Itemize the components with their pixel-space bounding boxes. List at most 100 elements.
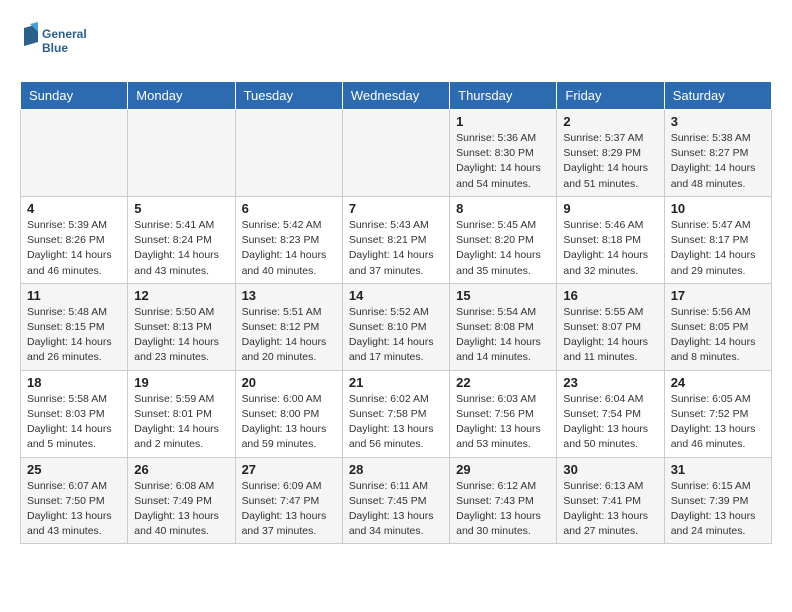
calendar-cell xyxy=(128,110,235,197)
day-number: 26 xyxy=(134,462,228,477)
calendar-week-5: 25 Sunrise: 6:07 AM Sunset: 7:50 PM Dayli… xyxy=(21,457,772,544)
day-info: Sunrise: 5:36 AM Sunset: 8:30 PM Dayligh… xyxy=(456,131,550,192)
calendar-cell: 16Sunrise: 5:55 AM Sunset: 8:07 PM Dayli… xyxy=(557,283,664,370)
day-number: 6 xyxy=(242,201,336,216)
day-info: Sunrise: 6:07 AM Sunset: 7:50 PM Dayligh… xyxy=(27,479,121,540)
day-info: Sunrise: 6:09 AM Sunset: 7:47 PM Dayligh… xyxy=(242,479,336,540)
calendar-cell: 18 Sunrise: 5:58 AM Sunset: 8:03 PM Dayli… xyxy=(21,370,128,457)
day-number: 29 xyxy=(456,462,550,477)
day-number: 14 xyxy=(349,288,443,303)
day-number: 20 xyxy=(242,375,336,390)
weekday-header-tuesday: Tuesday xyxy=(235,82,342,110)
day-info: Sunrise: 5:43 AM Sunset: 8:21 PM Dayligh… xyxy=(349,218,443,279)
calendar-week-3: 11 Sunrise: 5:48 AM Sunset: 8:15 PM Dayli… xyxy=(21,283,772,370)
svg-text:General: General xyxy=(42,27,87,41)
calendar-cell xyxy=(235,110,342,197)
calendar-cell: 5Sunrise: 5:41 AM Sunset: 8:24 PM Daylig… xyxy=(128,196,235,283)
day-info: Sunrise: 5:45 AM Sunset: 8:20 PM Dayligh… xyxy=(456,218,550,279)
calendar-cell: 22Sunrise: 6:03 AM Sunset: 7:56 PM Dayli… xyxy=(450,370,557,457)
day-info: Sunrise: 6:12 AM Sunset: 7:43 PM Dayligh… xyxy=(456,479,550,540)
calendar-cell xyxy=(21,110,128,197)
logo: General Blue xyxy=(20,20,100,65)
day-info: Sunrise: 6:00 AM Sunset: 8:00 PM Dayligh… xyxy=(242,392,336,453)
day-info: Sunrise: 5:47 AM Sunset: 8:17 PM Dayligh… xyxy=(671,218,765,279)
calendar-week-1: 1 Sunrise: 5:36 AM Sunset: 8:30 PM Daylig… xyxy=(21,110,772,197)
calendar-cell: 2Sunrise: 5:37 AM Sunset: 8:29 PM Daylig… xyxy=(557,110,664,197)
calendar-cell: 9 Sunrise: 5:46 AM Sunset: 8:18 PM Daylig… xyxy=(557,196,664,283)
day-info: Sunrise: 5:48 AM Sunset: 8:15 PM Dayligh… xyxy=(27,305,121,366)
weekday-header-thursday: Thursday xyxy=(450,82,557,110)
day-number: 5 xyxy=(134,201,228,216)
day-info: Sunrise: 6:15 AM Sunset: 7:39 PM Dayligh… xyxy=(671,479,765,540)
weekday-header-wednesday: Wednesday xyxy=(342,82,449,110)
day-number: 30 xyxy=(563,462,657,477)
weekday-header-monday: Monday xyxy=(128,82,235,110)
calendar-cell: 14 Sunrise: 5:52 AM Sunset: 8:10 PM Dayli… xyxy=(342,283,449,370)
day-info: Sunrise: 5:52 AM Sunset: 8:10 PM Dayligh… xyxy=(349,305,443,366)
calendar-cell: 12 Sunrise: 5:50 AM Sunset: 8:13 PM Dayli… xyxy=(128,283,235,370)
day-number: 15 xyxy=(456,288,550,303)
day-info: Sunrise: 5:54 AM Sunset: 8:08 PM Dayligh… xyxy=(456,305,550,366)
weekday-header-saturday: Saturday xyxy=(664,82,771,110)
day-info: Sunrise: 6:04 AM Sunset: 7:54 PM Dayligh… xyxy=(563,392,657,453)
calendar-cell: 6Sunrise: 5:42 AM Sunset: 8:23 PM Daylig… xyxy=(235,196,342,283)
svg-text:Blue: Blue xyxy=(42,41,68,55)
day-number: 27 xyxy=(242,462,336,477)
day-number: 24 xyxy=(671,375,765,390)
calendar-cell: 4 Sunrise: 5:39 AM Sunset: 8:26 PM Daylig… xyxy=(21,196,128,283)
calendar-cell: 23 Sunrise: 6:04 AM Sunset: 7:54 PM Dayli… xyxy=(557,370,664,457)
day-number: 19 xyxy=(134,375,228,390)
day-info: Sunrise: 5:58 AM Sunset: 8:03 PM Dayligh… xyxy=(27,392,121,453)
calendar-cell: 13Sunrise: 5:51 AM Sunset: 8:12 PM Dayli… xyxy=(235,283,342,370)
day-number: 21 xyxy=(349,375,443,390)
day-number: 4 xyxy=(27,201,121,216)
calendar-cell: 29 Sunrise: 6:12 AM Sunset: 7:43 PM Dayli… xyxy=(450,457,557,544)
calendar-table: SundayMondayTuesdayWednesdayThursdayFrid… xyxy=(20,81,772,544)
calendar-cell: 15 Sunrise: 5:54 AM Sunset: 8:08 PM Dayli… xyxy=(450,283,557,370)
calendar-cell: 28 Sunrise: 6:11 AM Sunset: 7:45 PM Dayli… xyxy=(342,457,449,544)
calendar-cell: 24 Sunrise: 6:05 AM Sunset: 7:52 PM Dayli… xyxy=(664,370,771,457)
day-number: 25 xyxy=(27,462,121,477)
day-info: Sunrise: 6:11 AM Sunset: 7:45 PM Dayligh… xyxy=(349,479,443,540)
day-info: Sunrise: 6:02 AM Sunset: 7:58 PM Dayligh… xyxy=(349,392,443,453)
day-info: Sunrise: 5:46 AM Sunset: 8:18 PM Dayligh… xyxy=(563,218,657,279)
calendar-week-4: 18 Sunrise: 5:58 AM Sunset: 8:03 PM Dayli… xyxy=(21,370,772,457)
day-info: Sunrise: 5:59 AM Sunset: 8:01 PM Dayligh… xyxy=(134,392,228,453)
day-info: Sunrise: 6:05 AM Sunset: 7:52 PM Dayligh… xyxy=(671,392,765,453)
calendar-cell xyxy=(342,110,449,197)
calendar-cell: 27 Sunrise: 6:09 AM Sunset: 7:47 PM Dayli… xyxy=(235,457,342,544)
day-info: Sunrise: 5:51 AM Sunset: 8:12 PM Dayligh… xyxy=(242,305,336,366)
day-number: 31 xyxy=(671,462,765,477)
day-info: Sunrise: 6:13 AM Sunset: 7:41 PM Dayligh… xyxy=(563,479,657,540)
weekday-header-friday: Friday xyxy=(557,82,664,110)
calendar-cell: 1 Sunrise: 5:36 AM Sunset: 8:30 PM Daylig… xyxy=(450,110,557,197)
day-number: 18 xyxy=(27,375,121,390)
calendar-cell: 19 Sunrise: 5:59 AM Sunset: 8:01 PM Dayli… xyxy=(128,370,235,457)
day-number: 3 xyxy=(671,114,765,129)
day-number: 11 xyxy=(27,288,121,303)
calendar-cell: 17Sunrise: 5:56 AM Sunset: 8:05 PM Dayli… xyxy=(664,283,771,370)
day-number: 28 xyxy=(349,462,443,477)
calendar-cell: 20 Sunrise: 6:00 AM Sunset: 8:00 PM Dayli… xyxy=(235,370,342,457)
day-info: Sunrise: 5:50 AM Sunset: 8:13 PM Dayligh… xyxy=(134,305,228,366)
day-number: 7 xyxy=(349,201,443,216)
day-info: Sunrise: 5:39 AM Sunset: 8:26 PM Dayligh… xyxy=(27,218,121,279)
logo-svg: General Blue xyxy=(20,20,100,65)
calendar-week-2: 4 Sunrise: 5:39 AM Sunset: 8:26 PM Daylig… xyxy=(21,196,772,283)
day-number: 9 xyxy=(563,201,657,216)
day-number: 8 xyxy=(456,201,550,216)
day-number: 1 xyxy=(456,114,550,129)
day-number: 23 xyxy=(563,375,657,390)
day-number: 17 xyxy=(671,288,765,303)
day-info: Sunrise: 6:08 AM Sunset: 7:49 PM Dayligh… xyxy=(134,479,228,540)
calendar-cell: 31 Sunrise: 6:15 AM Sunset: 7:39 PM Dayli… xyxy=(664,457,771,544)
calendar-cell: 25 Sunrise: 6:07 AM Sunset: 7:50 PM Dayli… xyxy=(21,457,128,544)
day-number: 12 xyxy=(134,288,228,303)
day-number: 22 xyxy=(456,375,550,390)
calendar-cell: 21 Sunrise: 6:02 AM Sunset: 7:58 PM Dayli… xyxy=(342,370,449,457)
day-info: Sunrise: 5:38 AM Sunset: 8:27 PM Dayligh… xyxy=(671,131,765,192)
calendar-cell: 30 Sunrise: 6:13 AM Sunset: 7:41 PM Dayli… xyxy=(557,457,664,544)
calendar-cell: 11 Sunrise: 5:48 AM Sunset: 8:15 PM Dayli… xyxy=(21,283,128,370)
page-header: General Blue xyxy=(20,20,772,65)
calendar-cell: 7 Sunrise: 5:43 AM Sunset: 8:21 PM Daylig… xyxy=(342,196,449,283)
